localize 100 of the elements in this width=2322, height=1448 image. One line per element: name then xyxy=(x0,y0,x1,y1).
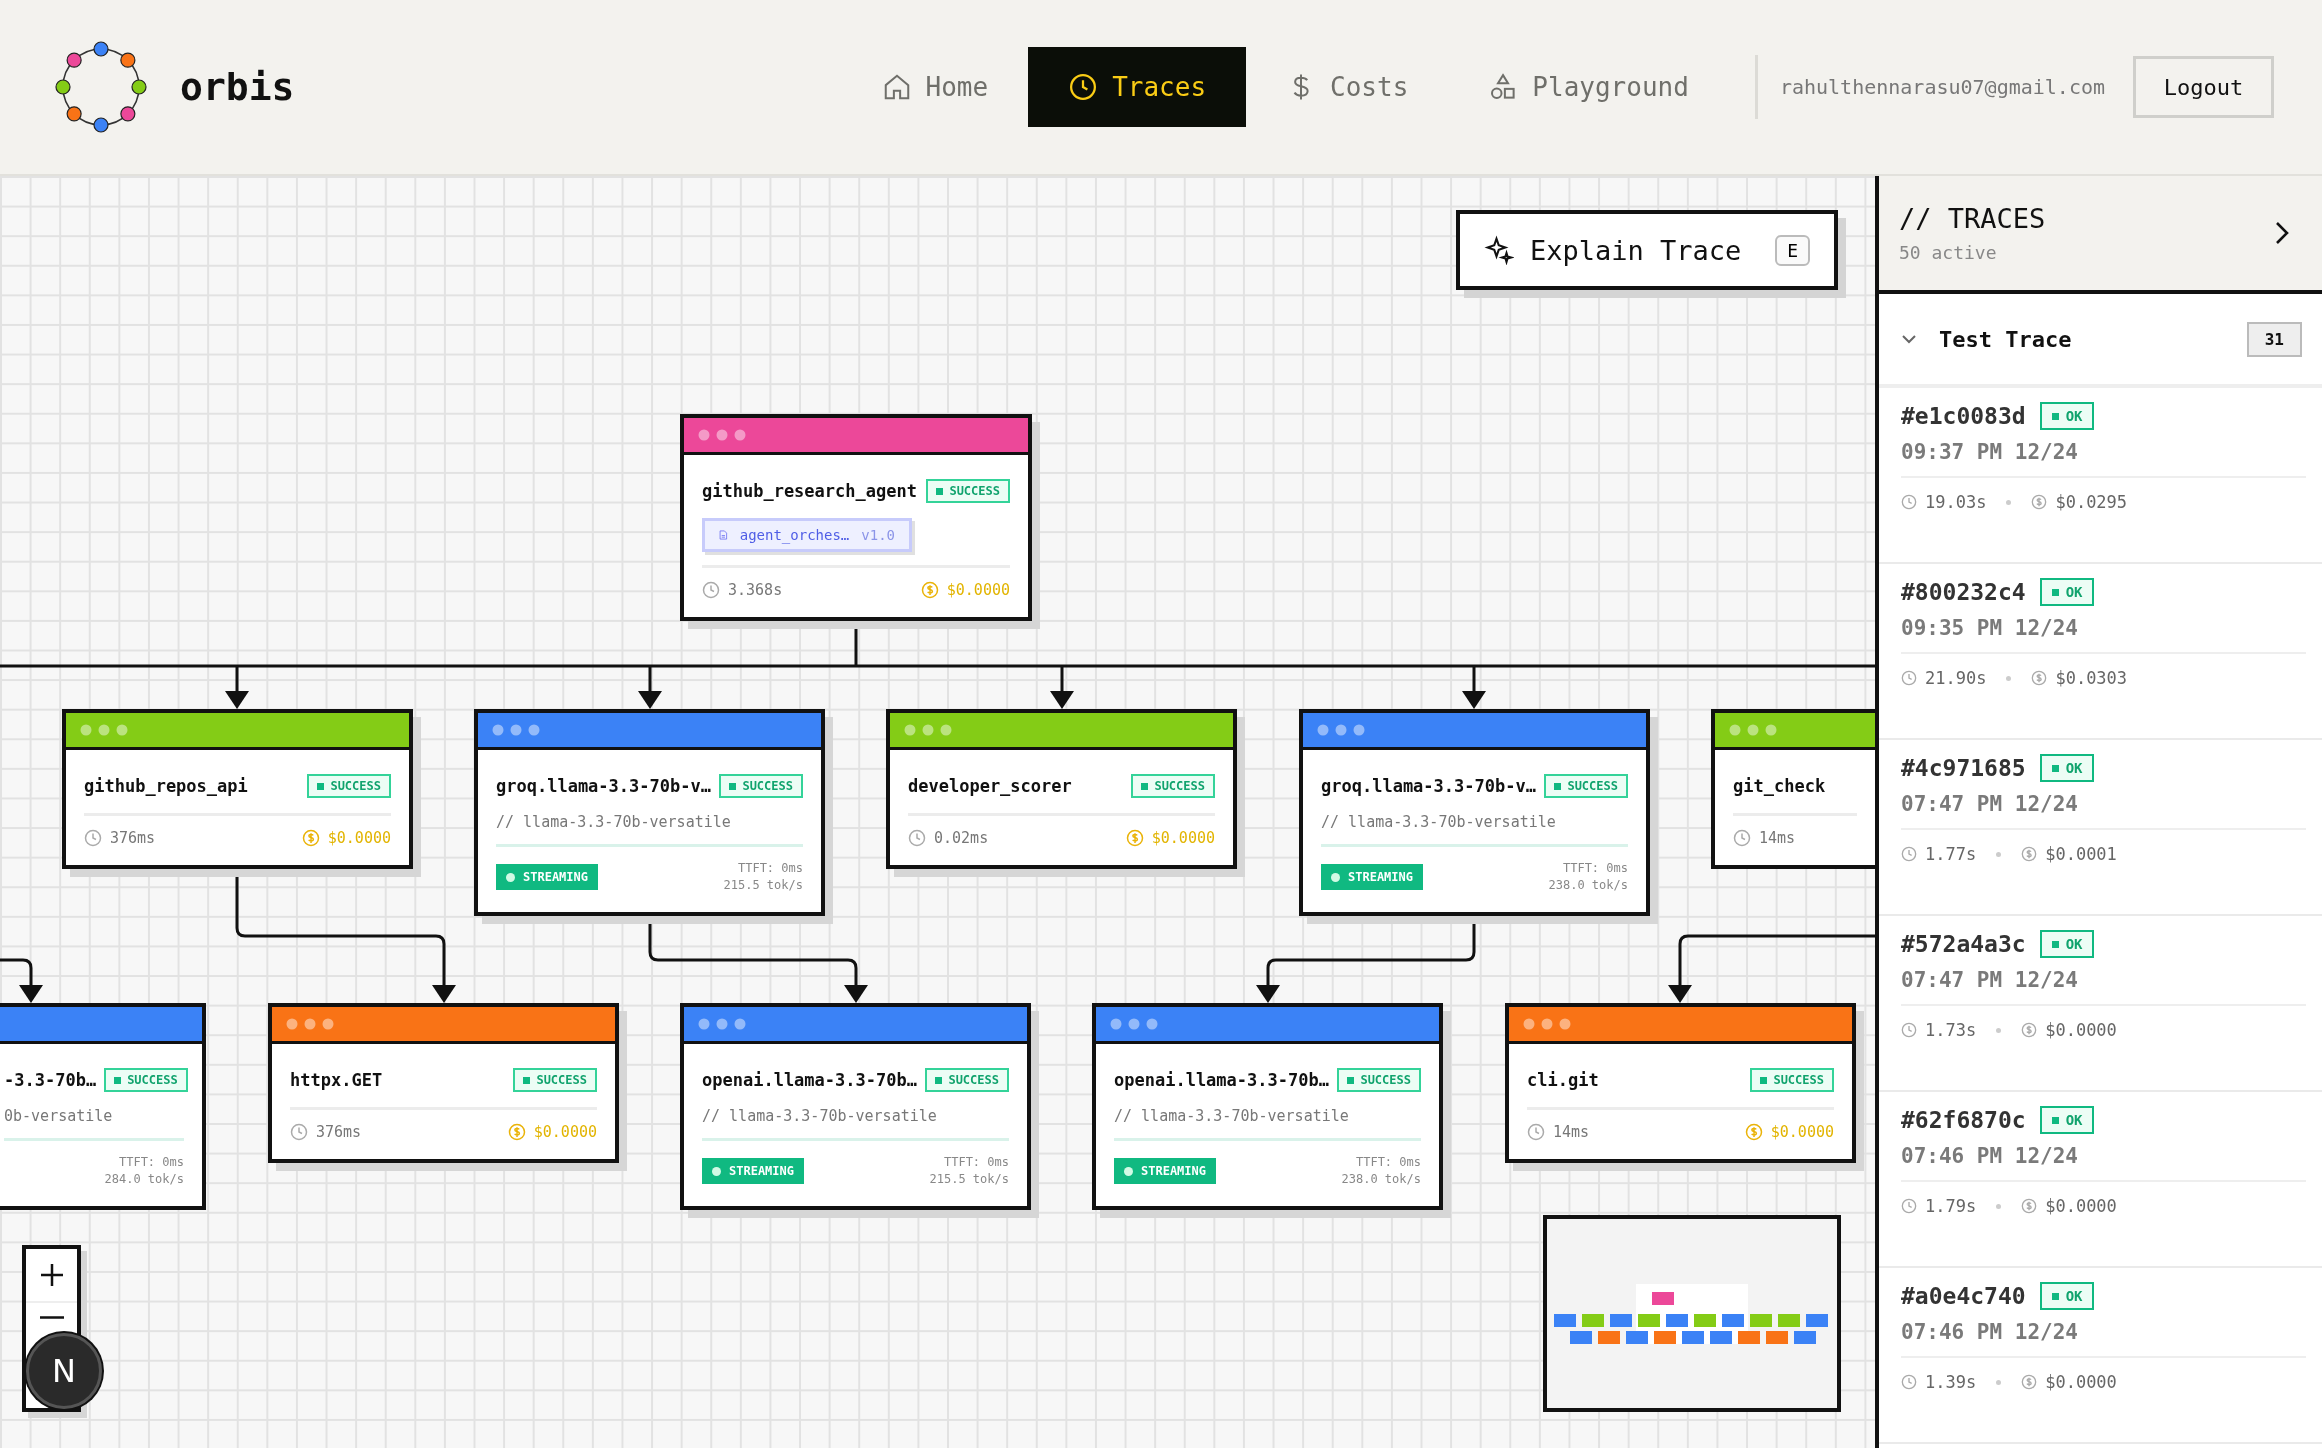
trace-time: 07:47 PM 12/24 xyxy=(1901,968,2306,1006)
status-badge: OK xyxy=(2039,1282,2095,1310)
nav-tab[interactable]: Playground xyxy=(1448,47,1729,127)
token-rate: 238.0 tok/s xyxy=(1548,877,1628,894)
streaming-badge: STREAMING xyxy=(1321,864,1424,890)
window-dots-icon xyxy=(1317,724,1365,736)
duration-text: 1.79s xyxy=(1925,1196,1977,1216)
minimap[interactable] xyxy=(1543,1215,1841,1412)
trace-id: #a0e4c740 xyxy=(1901,1283,2026,1309)
cost-text: $0.0000 xyxy=(2045,1372,2117,1392)
trace-id: #62f6870c xyxy=(1901,1107,2026,1133)
streaming-badge: STREAMING xyxy=(702,1158,805,1184)
coin-icon xyxy=(920,581,939,599)
status-badge: SUCCESS xyxy=(307,774,391,798)
node-name: httpx.GET xyxy=(290,1070,383,1090)
window-dots-icon xyxy=(492,724,540,736)
coin-icon xyxy=(2031,670,2048,686)
status-badge: OK xyxy=(2039,402,2095,430)
cost-text: $0.0000 xyxy=(327,829,391,847)
trace-id: #e1c0083d xyxy=(1901,403,2026,429)
coin-icon xyxy=(301,829,320,847)
status-badge: SUCCESS xyxy=(513,1068,597,1092)
token-rate: 215.5 tok/s xyxy=(723,877,803,894)
clock-icon xyxy=(908,829,926,847)
edge-arrow xyxy=(1462,666,1486,709)
duration-text: 21.90s xyxy=(1925,668,1987,688)
status-badge: SUCCESS xyxy=(926,479,1010,503)
dev-tools-button[interactable]: N xyxy=(26,1333,102,1409)
status-badge: SUCCESS xyxy=(1131,774,1215,798)
clock-icon xyxy=(1901,846,1917,862)
count-badge: 31 xyxy=(2246,321,2302,357)
status-badge: SUCCESS xyxy=(104,1068,188,1092)
logout-button[interactable]: Logout xyxy=(2133,56,2274,118)
nav-tab[interactable]: Costs xyxy=(1246,47,1449,127)
nav-tab[interactable]: Traces xyxy=(1028,47,1247,127)
user-email: rahulthennarasu07@gmail.com xyxy=(1779,75,2105,99)
node-card[interactable]: git_check 14ms xyxy=(1711,709,1875,869)
trace-time: 09:35 PM 12/24 xyxy=(1901,616,2306,654)
model-name: // llama-3.3-70b-versatile xyxy=(496,813,732,831)
token-rate: 284.0 tok/s xyxy=(104,1171,184,1188)
duration-text: 1.73s xyxy=(1925,1020,1977,1040)
status-badge: OK xyxy=(2039,930,2095,958)
cost-text: $0.0000 xyxy=(946,581,1010,599)
trace-item[interactable]: #800232c4 OK 09:35 PM 12/24 21.90s $0.0303 xyxy=(1879,564,2322,740)
trace-item[interactable]: #572a4a3c OK 07:47 PM 12/24 1.73s $0.0000 xyxy=(1879,916,2322,1092)
duration-text: 14ms xyxy=(1553,1123,1590,1141)
coin-icon xyxy=(1744,1123,1763,1141)
coin-icon xyxy=(2021,1022,2038,1038)
trace-item[interactable]: #e1c0083d OK 09:37 PM 12/24 19.03s $0.0295 xyxy=(1879,388,2322,564)
trace-item[interactable]: #62f6870c OK 07:46 PM 12/24 1.79s $0.0000 xyxy=(1879,1092,2322,1268)
trace-group-header[interactable]: Test Trace 31 xyxy=(1879,294,2322,388)
window-dots-icon xyxy=(904,724,952,736)
status-badge: SUCCESS xyxy=(1750,1068,1834,1092)
duration-text: 1.39s xyxy=(1925,1372,1977,1392)
clock-icon xyxy=(1901,494,1917,510)
node-name: developer_scorer xyxy=(908,776,1072,796)
minus-icon xyxy=(39,1315,64,1319)
cost-text: $0.0000 xyxy=(533,1123,597,1141)
node-name: cli.git xyxy=(1527,1070,1599,1090)
node-card[interactable]: -3.3-70b… SUCCESS 0b-versatile TTFT: 0ms 284.0 tok/s xyxy=(0,1003,206,1210)
window-dots-icon xyxy=(80,724,128,736)
prompt-chip[interactable]: agent_orches… v1.0 xyxy=(702,518,912,552)
window-dots-icon xyxy=(698,1018,746,1030)
window-dots-icon xyxy=(1729,724,1777,736)
coin-icon xyxy=(2021,1374,2038,1390)
trace-item[interactable]: #4c971685 OK 07:47 PM 12/24 1.77s $0.0001 xyxy=(1879,740,2322,916)
edge-arrow xyxy=(225,666,249,709)
node-name: groq.llama-3.3-70b-v… xyxy=(496,776,711,796)
clock-icon xyxy=(1901,1198,1917,1214)
clock-icon xyxy=(1901,670,1917,686)
nav-tab[interactable]: Home xyxy=(841,47,1029,127)
shortcut-key: E xyxy=(1775,234,1810,266)
model-name: // llama-3.3-70b-versatile xyxy=(702,1107,938,1125)
node-name: openai.llama-3.3-70b… xyxy=(1114,1070,1329,1090)
ttft-text: TTFT: 0ms xyxy=(118,1154,184,1171)
cost-text: $0.0000 xyxy=(2045,1196,2117,1216)
coin-icon xyxy=(507,1123,526,1141)
edge-arrow xyxy=(0,958,43,1003)
plus-icon xyxy=(38,1262,65,1288)
trace-item[interactable]: #a0e4c740 OK 07:46 PM 12/24 1.39s $0.0000 xyxy=(1879,1268,2322,1444)
trace-id: #572a4a3c xyxy=(1901,931,2026,957)
app-name: orbis xyxy=(180,65,295,109)
streaming-badge: STREAMING xyxy=(496,864,599,890)
trace-id: #4c971685 xyxy=(1901,755,2026,781)
trace-time: 07:46 PM 12/24 xyxy=(1901,1144,2306,1182)
status-badge: OK xyxy=(2039,578,2095,606)
status-badge: SUCCESS xyxy=(1544,774,1628,798)
node-name: github_repos_api xyxy=(84,776,248,796)
active-count: 50 active xyxy=(1899,242,1998,263)
status-badge: SUCCESS xyxy=(719,774,803,798)
cost-text: $0.0000 xyxy=(2045,1020,2117,1040)
node-name: groq.llama-3.3-70b-v… xyxy=(1321,776,1536,796)
clock-icon xyxy=(290,1123,308,1141)
duration-text: 376ms xyxy=(316,1123,362,1141)
coin-icon xyxy=(2031,494,2048,510)
cost-text: $0.0000 xyxy=(1770,1123,1834,1141)
model-name: // llama-3.3-70b-versatile xyxy=(1321,813,1557,831)
coin-icon xyxy=(2021,1198,2038,1214)
model-name: 0b-versatile xyxy=(4,1107,114,1125)
streaming-badge: STREAMING xyxy=(1114,1158,1217,1184)
